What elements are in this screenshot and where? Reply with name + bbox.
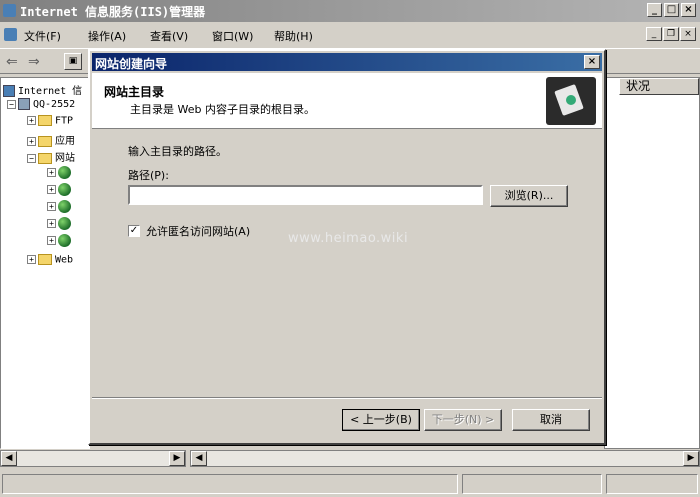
scroll-right-icon[interactable]: ▶ bbox=[169, 451, 185, 466]
path-input[interactable] bbox=[128, 185, 483, 205]
tree-sites[interactable]: − 网站 bbox=[27, 149, 75, 164]
collapse-icon[interactable]: − bbox=[27, 153, 36, 163]
tree-pane: Internet 信 − QQ-2552 + FTP + 应用 − 网站 + + + +… bbox=[0, 77, 90, 449]
dialog-close-button[interactable]: × bbox=[584, 55, 600, 69]
expand-icon[interactable]: + bbox=[47, 219, 56, 228]
scroll-left-icon[interactable]: ◀ bbox=[1, 451, 17, 466]
status-segment bbox=[606, 474, 698, 494]
tree-site-3[interactable]: + bbox=[47, 200, 71, 213]
menu-file[interactable]: 文件(F) bbox=[24, 28, 61, 44]
anon-access-checkbox[interactable]: ✓ bbox=[128, 225, 140, 237]
tree-site-2[interactable]: + bbox=[47, 183, 71, 196]
scroll-left-icon[interactable]: ◀ bbox=[191, 451, 207, 466]
tree-site-1[interactable]: + bbox=[47, 166, 71, 179]
status-segment bbox=[462, 474, 602, 494]
folder-open-icon bbox=[38, 152, 52, 164]
iis-node-icon bbox=[3, 85, 15, 97]
globe-icon bbox=[58, 183, 71, 196]
tree-apps[interactable]: + 应用 bbox=[27, 132, 75, 147]
forward-arrow-icon[interactable]: ⇒ bbox=[28, 54, 40, 70]
expand-icon[interactable]: + bbox=[47, 168, 56, 177]
mmc-icon[interactable] bbox=[4, 28, 17, 41]
expand-icon[interactable]: + bbox=[47, 185, 56, 194]
step-subtitle: 主目录是 Web 内容子目录的根目录。 bbox=[130, 103, 315, 116]
globe-icon bbox=[58, 217, 71, 230]
button-separator bbox=[92, 397, 602, 399]
expand-icon[interactable]: + bbox=[47, 202, 56, 211]
watermark-text: www.heimao.wiki bbox=[288, 231, 409, 246]
close-button[interactable]: × bbox=[681, 3, 696, 17]
tree-server[interactable]: − QQ-2552 bbox=[7, 98, 75, 110]
menu-help[interactable]: 帮助(H) bbox=[274, 28, 313, 44]
globe-icon bbox=[58, 166, 71, 179]
main-title-bar: Internet 信息服务(IIS)管理器 _ □ × bbox=[0, 0, 700, 22]
expand-icon[interactable]: + bbox=[47, 236, 56, 245]
folder-icon bbox=[38, 254, 52, 265]
wizard-graphic-icon bbox=[546, 77, 596, 125]
anon-access-row[interactable]: ✓ 允许匿名访问网站(A) bbox=[128, 223, 250, 239]
mdi-close-button[interactable]: × bbox=[680, 27, 696, 41]
mdi-minimize-button[interactable]: _ bbox=[646, 27, 662, 41]
server-icon bbox=[18, 98, 30, 110]
mdi-restore-button[interactable]: ❐ bbox=[663, 27, 679, 41]
minimize-button[interactable]: _ bbox=[647, 3, 662, 17]
folder-icon bbox=[38, 135, 52, 147]
cancel-button[interactable]: 取消 bbox=[512, 409, 590, 431]
iis-app-icon bbox=[3, 4, 16, 17]
expand-icon[interactable]: + bbox=[27, 255, 36, 264]
list-pane: 状况 bbox=[604, 77, 700, 449]
window-title: Internet 信息服务(IIS)管理器 bbox=[20, 5, 206, 19]
list-hscrollbar[interactable]: ◀ ▶ bbox=[190, 450, 700, 467]
tree-root[interactable]: Internet 信 bbox=[3, 82, 82, 97]
dialog-header: 网站主目录 主目录是 Web 内容子目录的根目录。 bbox=[92, 73, 602, 129]
tree-site-4[interactable]: + bbox=[47, 217, 71, 230]
browse-button[interactable]: 浏览(R)... bbox=[490, 185, 568, 207]
maximize-button[interactable]: □ bbox=[664, 3, 679, 17]
status-segment bbox=[2, 474, 458, 494]
dialog-title: 网站创建向导 bbox=[95, 57, 168, 71]
next-button[interactable]: 下一步(N) > bbox=[424, 409, 502, 431]
menu-window[interactable]: 窗口(W) bbox=[212, 28, 253, 44]
folder-icon bbox=[38, 115, 52, 126]
back-button[interactable]: < 上一步(B) bbox=[342, 409, 420, 431]
menu-bar: 文件(F) 操作(A) 查看(V) 窗口(W) 帮助(H) _ ❐ × bbox=[0, 24, 700, 46]
expand-icon[interactable]: + bbox=[27, 116, 36, 125]
column-header-status[interactable]: 状况 bbox=[619, 78, 699, 95]
back-arrow-icon[interactable]: ⇐ bbox=[6, 54, 18, 70]
tree-site-5[interactable]: + bbox=[47, 234, 71, 247]
tree-hscrollbar[interactable]: ◀ ▶ bbox=[0, 450, 186, 467]
menu-action[interactable]: 操作(A) bbox=[88, 28, 126, 44]
scroll-right-icon[interactable]: ▶ bbox=[683, 451, 699, 466]
expand-icon[interactable]: + bbox=[27, 136, 36, 146]
menu-view[interactable]: 查看(V) bbox=[150, 28, 188, 44]
path-prompt: 输入主目录的路径。 bbox=[128, 145, 227, 158]
tree-ftp[interactable]: + FTP bbox=[27, 115, 73, 127]
status-bar bbox=[0, 472, 700, 497]
globe-icon bbox=[58, 200, 71, 213]
show-hide-tree-button[interactable]: ▣ bbox=[64, 53, 82, 70]
globe-icon bbox=[58, 234, 71, 247]
step-title: 网站主目录 bbox=[104, 85, 165, 99]
collapse-icon[interactable]: − bbox=[7, 99, 16, 109]
path-label: 路径(P): bbox=[128, 169, 169, 182]
tree-web[interactable]: + Web bbox=[27, 254, 73, 266]
dialog-title-bar: 网站创建向导 × bbox=[92, 53, 602, 71]
website-creation-wizard: 网站创建向导 × 网站主目录 主目录是 Web 内容子目录的根目录。 输入主目录… bbox=[88, 49, 606, 445]
anon-access-label: 允许匿名访问网站(A) bbox=[146, 225, 251, 238]
